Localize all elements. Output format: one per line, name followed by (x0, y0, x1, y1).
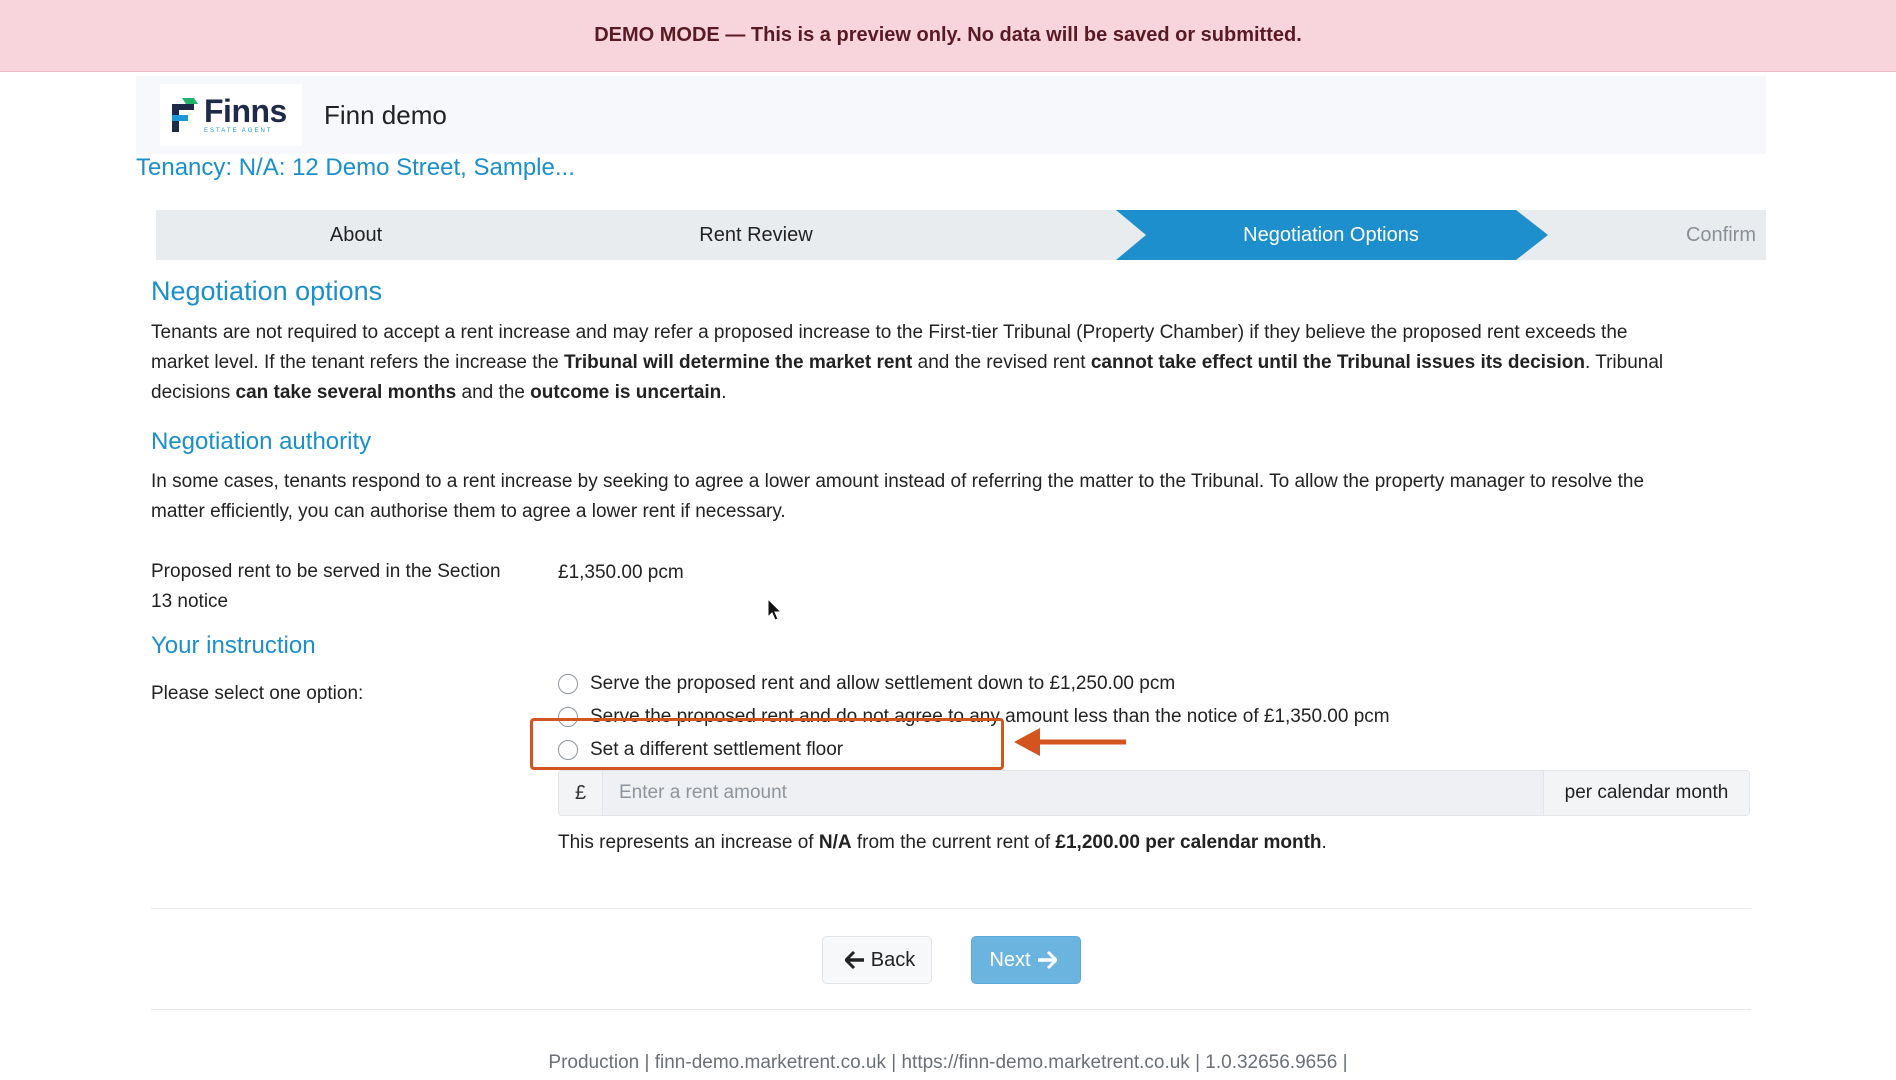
negotiation-options-text: Tenants are not required to accept a ren… (151, 318, 1751, 408)
divider (151, 908, 1751, 909)
negotiation-authority-heading: Negotiation authority (151, 428, 372, 455)
select-option-prompt: Please select one option: (151, 683, 364, 704)
radio-button[interactable] (558, 674, 578, 694)
arrow-right-icon (1037, 951, 1057, 969)
divider (151, 1009, 1751, 1010)
footer-text: Production | finn-demo.marketrent.co.uk … (548, 1052, 1348, 1073)
proposed-rent-label: Proposed rent to be served in the Sectio… (151, 561, 501, 612)
demo-mode-banner: DEMO MODE — This is a preview only. No d… (0, 0, 1896, 72)
paragraph-line: In some cases, tenants respond to a rent… (151, 471, 1645, 492)
option-allow-settlement[interactable]: Serve the proposed rent and allow settle… (558, 673, 1175, 695)
negotiation-authority-text: In some cases, tenants respond to a rent… (151, 467, 1751, 527)
finns-logo-icon (172, 98, 198, 132)
rent-amount-input-group: £ per calendar month (558, 770, 1750, 816)
step-rent-review[interactable]: Rent Review (556, 210, 956, 260)
paragraph-line: decisions can take several months and th… (151, 382, 727, 403)
paragraph-line: market level. If the tenant refers the i… (151, 352, 1664, 373)
increase-summary: This represents an increase of N/A from … (558, 832, 1327, 853)
finns-logo[interactable]: Finns ESTATE AGENT (160, 84, 302, 146)
option-label: Serve the proposed rent and allow settle… (590, 673, 1176, 694)
app-header: Finns ESTATE AGENT Finn demo (136, 76, 1766, 154)
tenancy-title: Tenancy: N/A: 12 Demo Street, Sample... (136, 154, 575, 181)
annotation-arrow-icon (1014, 728, 1126, 756)
logo-subtitle: ESTATE AGENT (204, 128, 273, 134)
next-button-label: Next (989, 948, 1031, 971)
annotation-highlight-box (530, 718, 1004, 770)
next-button[interactable]: Next (971, 936, 1081, 984)
demo-mode-text: DEMO MODE — This is a preview only. No d… (594, 24, 1302, 46)
step-confirm: Confirm (1685, 223, 1756, 246)
mouse-cursor-icon (767, 598, 783, 621)
paragraph-line: matter efficiently, you can authorise th… (151, 501, 786, 522)
step-negotiation-options[interactable]: Negotiation Options (1131, 210, 1531, 260)
negotiation-options-heading: Negotiation options (151, 276, 383, 306)
rent-amount-input[interactable] (603, 771, 1543, 815)
progress-steps: About Rent Review Negotiation Options Co… (156, 210, 1766, 260)
amount-suffix: per calendar month (1543, 771, 1749, 815)
back-button-label: Back (870, 948, 916, 971)
arrow-left-icon (844, 951, 864, 969)
your-instruction-heading: Your instruction (151, 632, 316, 659)
back-button[interactable]: Back (822, 936, 932, 984)
logo-name: Finns (204, 93, 287, 129)
paragraph-line: Tenants are not required to accept a ren… (151, 322, 1628, 343)
currency-prefix: £ (559, 771, 603, 815)
step-about[interactable]: About (156, 210, 556, 260)
proposed-rent-value: £1,350.00 pcm (558, 562, 684, 583)
organisation-name: Finn demo (324, 99, 447, 130)
